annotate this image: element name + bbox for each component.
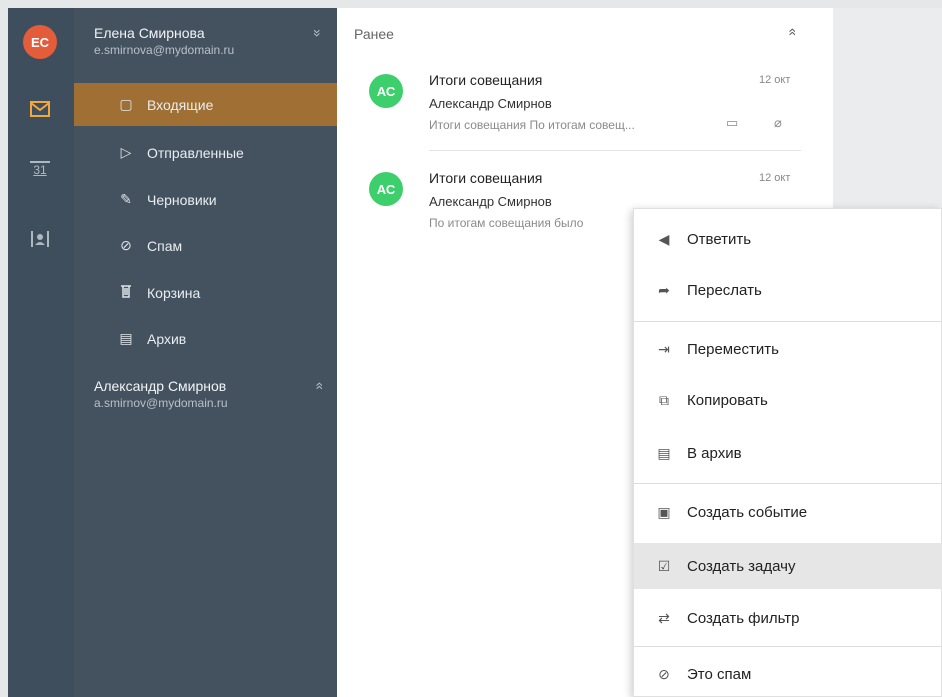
contacts-icon[interactable] <box>25 226 55 252</box>
folder-sidebar: Елена Смирнова e.smirnova@mydomain.ru » … <box>74 8 337 697</box>
collapse-chevron-icon[interactable]: » <box>783 28 799 36</box>
menu-separator <box>634 483 942 484</box>
user-avatar[interactable]: ЕС <box>23 25 57 59</box>
account-email: e.smirnova@mydomain.ru <box>94 43 235 57</box>
folder-label: Архив <box>147 330 187 347</box>
draft-icon: ✎ <box>120 191 132 207</box>
menu-item-reply[interactable]: ◀ Ответить <box>634 216 942 262</box>
account-header[interactable]: Александр Смирнов a.smirnov@mydomain.ru … <box>94 378 326 410</box>
message-divider <box>429 150 801 151</box>
menu-item-label: В архив <box>687 444 742 462</box>
folder-label: Отправленные <box>147 144 244 161</box>
menu-item-create-task[interactable]: ☑ Создать задачу <box>634 543 942 589</box>
menu-item-spam[interactable]: ⊘ Это спам <box>634 651 942 697</box>
menu-item-create-filter[interactable]: ⇄ Создать фильтр <box>634 595 942 641</box>
calendar-icon[interactable]: ▭ <box>726 115 738 131</box>
menu-item-label: Копировать <box>687 391 768 409</box>
folder-label: Черновики <box>147 191 217 208</box>
menu-separator <box>634 321 942 322</box>
inbox-icon: ▢ <box>119 96 133 112</box>
folder-label: Входящие <box>147 96 214 113</box>
calendar-icon[interactable]: 31 <box>25 156 55 182</box>
message-subject: Итоги совещания <box>429 72 543 88</box>
archive-icon: ▤ <box>657 444 671 461</box>
menu-item-label: Создать фильтр <box>687 609 800 627</box>
move-icon: ⇥ <box>658 340 670 357</box>
account-header[interactable]: Елена Смирнова e.smirnova@mydomain.ru » <box>94 25 326 57</box>
archive-icon: ▤ <box>119 330 133 346</box>
folder-label: Корзина <box>147 284 201 301</box>
folder-trash[interactable]: Корзина <box>74 271 337 314</box>
folder-drafts[interactable]: ✎ Черновики <box>74 178 337 221</box>
message-date: 12 окт <box>759 74 791 86</box>
spam-icon: ⊘ <box>658 665 670 682</box>
forward-icon: ➦ <box>658 281 670 298</box>
menu-item-label: Переместить <box>687 340 779 358</box>
menu-item-forward[interactable]: ➦ Переслать <box>634 267 942 313</box>
folder-spam[interactable]: ⊘ Спам <box>74 224 337 267</box>
menu-item-archive[interactable]: ▤ В архив <box>634 430 942 476</box>
event-icon: ▣ <box>657 503 671 520</box>
message-sender: Александр Смирнов <box>429 96 552 111</box>
menu-item-label: Это спам <box>687 665 752 683</box>
menu-item-move[interactable]: ⇥ Переместить <box>634 326 942 372</box>
task-icon: ☑ <box>657 557 671 574</box>
message-item[interactable]: АС Итоги совещания Александр Смирнов Ито… <box>337 58 833 138</box>
menu-item-label: Создать задачу <box>687 557 796 575</box>
message-date: 12 окт <box>759 172 791 184</box>
attachment-icon[interactable]: ⌀ <box>774 115 782 131</box>
folder-archive[interactable]: ▤ Архив <box>74 317 337 360</box>
trash-icon <box>117 284 135 301</box>
copy-icon: ⧉ <box>659 391 669 408</box>
filter-icon: ⇄ <box>658 609 670 626</box>
account-email: a.smirnov@mydomain.ru <box>94 396 228 410</box>
spam-icon: ⊘ <box>120 237 132 253</box>
message-preview: По итогам совещания было <box>429 216 584 230</box>
section-title: Ранее <box>354 26 394 42</box>
send-icon: ▷ <box>120 144 132 160</box>
folder-label: Спам <box>147 237 183 254</box>
account-name: Александр Смирнов <box>94 378 227 394</box>
folder-inbox[interactable]: ▢ Входящие <box>74 83 337 126</box>
menu-item-copy[interactable]: ⧉ Копировать <box>634 377 942 423</box>
message-sender: Александр Смирнов <box>429 194 552 209</box>
sender-avatar: АС <box>369 74 403 108</box>
context-menu: ◀ Ответить ➦ Переслать ⇥ Переместить ⧉ К… <box>633 208 942 697</box>
message-preview: Итоги совещания По итогам совещ... <box>429 118 635 132</box>
reply-icon: ◀ <box>658 230 670 247</box>
message-subject: Итоги совещания <box>429 170 543 186</box>
sender-avatar: АС <box>369 172 403 206</box>
menu-separator <box>634 646 942 647</box>
menu-item-create-event[interactable]: ▣ Создать событие <box>634 489 942 535</box>
menu-item-label: Создать событие <box>687 503 808 521</box>
menu-item-label: Переслать <box>687 281 762 299</box>
menu-item-label: Ответить <box>687 230 752 248</box>
calendar-day-label: 31 <box>33 163 47 177</box>
envelope-icon[interactable] <box>25 96 55 122</box>
folder-sent[interactable]: ▷ Отправленные <box>74 131 337 174</box>
chevron-up-icon[interactable]: » <box>310 382 326 390</box>
app-rail: ЕС 31 <box>8 8 75 697</box>
account-name: Елена Смирнова <box>94 25 205 41</box>
chevron-down-icon[interactable]: » <box>310 29 326 37</box>
mail-app: ЕС 31 Елена Смирнова e.smirnova@mydomain… <box>8 8 942 697</box>
